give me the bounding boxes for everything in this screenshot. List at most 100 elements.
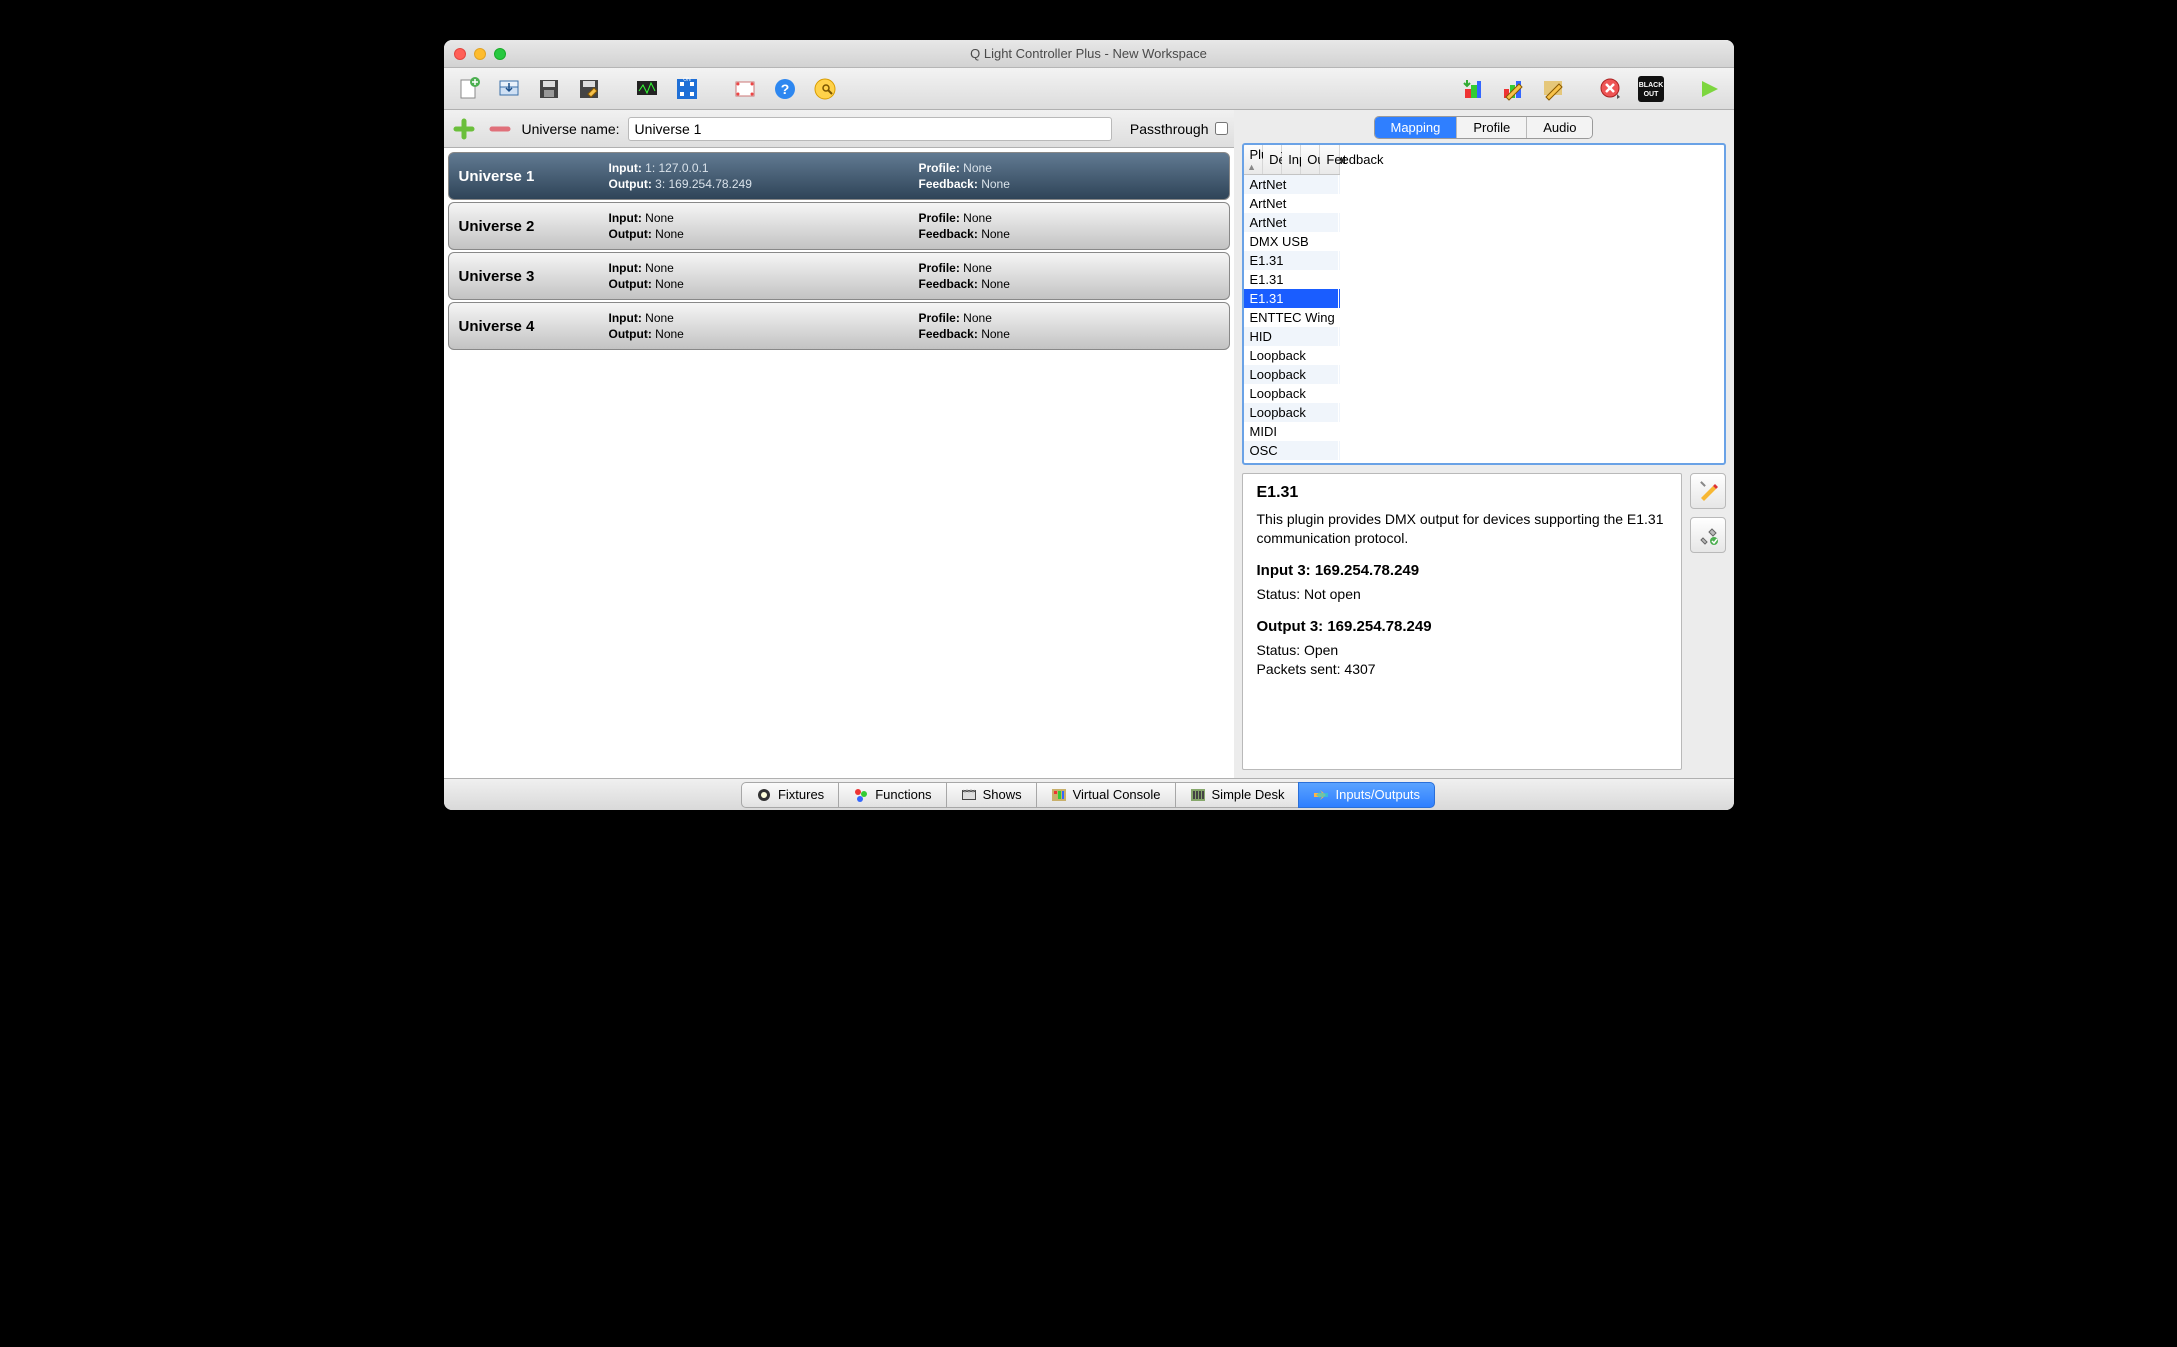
cell-plugin: MIDI (1244, 422, 1339, 441)
detail-output-heading: Output 3: 169.254.78.249 (1257, 618, 1667, 635)
plugin-row[interactable]: ArtNet1: 127.0.0.1 (1244, 175, 1340, 194)
detail-desc: This plugin provides DMX output for devi… (1257, 510, 1667, 548)
live-edit-vc-button[interactable] (1536, 74, 1570, 104)
cell-device: 3: Loopback 3 (1339, 384, 1340, 403)
universe-name-label: Universe name: (522, 121, 620, 137)
universe-row[interactable]: Universe 4Input: NoneOutput: NoneProfile… (448, 302, 1230, 350)
cell-device: 2: Loopback 2 (1339, 365, 1340, 384)
universe-name: Universe 1 (449, 153, 609, 199)
col-output[interactable]: Output (1301, 145, 1320, 175)
col-device[interactable]: Device (1263, 145, 1282, 175)
universe-output: Output: None (609, 327, 919, 341)
tab-functions[interactable]: Functions (838, 782, 946, 808)
cell-plugin: HID (1244, 327, 1339, 346)
universe-profile: Profile: None (919, 161, 1229, 175)
universe-profile: Profile: None (919, 211, 1229, 225)
cell-plugin: Loopback (1244, 346, 1339, 365)
operate-mode-button[interactable] (1692, 74, 1726, 104)
passthrough-label: Passthrough (1130, 121, 1209, 137)
stop-all-button[interactable] (1594, 74, 1628, 104)
detail-input-status: Status: Not open (1257, 585, 1667, 604)
plugin-row[interactable]: E1.313: 169.254.78.249 (1244, 289, 1340, 308)
plugin-row[interactable]: E1.312: 10.253.212.49 (1244, 270, 1340, 289)
cell-device: 1: 127.0.0.1 (1339, 441, 1340, 460)
tab-mapping[interactable]: Mapping (1375, 117, 1458, 138)
plugin-row[interactable]: Loopback3: Loopback 3 (1244, 384, 1340, 403)
detail-title: E1.31 (1257, 484, 1667, 502)
universe-name: Universe 2 (449, 203, 609, 249)
io-panel: Mapping Profile Audio Plugin▲ Device Inp… (1234, 110, 1734, 778)
reconnect-plugin-button[interactable] (1690, 517, 1726, 553)
universe-row[interactable]: Universe 1Input: 1: 127.0.0.1Output: 3: … (448, 152, 1230, 200)
universe-name: Universe 3 (449, 253, 609, 299)
col-plugin[interactable]: Plugin▲ (1244, 145, 1263, 175)
plugin-row[interactable]: DMX USBNone (1244, 232, 1340, 251)
tab-simple-desk[interactable]: Simple Desk (1175, 782, 1300, 808)
universe-output: Output: None (609, 277, 919, 291)
universe-output: Output: None (609, 227, 919, 241)
cell-device: 1: Loopback 1 (1339, 346, 1340, 365)
save-as-button[interactable] (572, 74, 606, 104)
svg-text:?: ? (780, 81, 789, 97)
open-file-button[interactable] (492, 74, 526, 104)
universe-row[interactable]: Universe 2Input: NoneOutput: NoneProfile… (448, 202, 1230, 250)
fullscreen-button[interactable] (728, 74, 762, 104)
passthrough-checkbox[interactable] (1215, 122, 1228, 135)
save-file-button[interactable] (532, 74, 566, 104)
cell-device: None (1339, 422, 1340, 441)
remove-universe-button[interactable] (486, 117, 514, 141)
cell-plugin: ArtNet (1244, 175, 1339, 194)
live-edit-button[interactable] (1496, 74, 1530, 104)
svg-text:OUT: OUT (1643, 91, 1659, 98)
plugin-row[interactable]: Loopback4: Loopback 4 (1244, 403, 1340, 422)
tab-profile[interactable]: Profile (1457, 117, 1527, 138)
universe-row[interactable]: Universe 3Input: None Output: NoneProfile… (448, 252, 1230, 300)
universe-list[interactable]: Universe 1Input: 1: 127.0.0.1Output: 3: … (444, 148, 1234, 778)
col-feedback[interactable]: Feedback (1320, 145, 1339, 175)
universe-profile: Profile: None (919, 261, 1229, 275)
universe-toolbar: Universe name: Passthrough (444, 110, 1234, 148)
about-button[interactable] (808, 74, 842, 104)
blackout-button[interactable]: BLACK OUT (1634, 74, 1668, 104)
address-tool-button[interactable]: ON (670, 74, 704, 104)
new-file-button[interactable] (452, 74, 486, 104)
configure-plugin-button[interactable] (1690, 473, 1726, 509)
plugin-table[interactable]: Plugin▲ Device Input Output Feedback Art… (1242, 143, 1726, 465)
plugin-row[interactable]: ENTTEC WingNone (1244, 308, 1340, 327)
plugin-row[interactable]: OSC1: 127.0.0.1 (1244, 441, 1340, 460)
plugin-row[interactable]: MIDINone (1244, 422, 1340, 441)
plugin-row[interactable]: Loopback2: Loopback 2 (1244, 365, 1340, 384)
tab-virtual-console[interactable]: Virtual Console (1036, 782, 1176, 808)
tab-shows[interactable]: Shows (946, 782, 1037, 808)
io-tabs: Mapping Profile Audio (1234, 110, 1734, 143)
universe-name-input[interactable] (628, 117, 1112, 141)
cell-device: 4: Loopback 4 (1339, 403, 1340, 422)
tab-inputs-outputs[interactable]: Inputs/Outputs (1298, 782, 1435, 808)
cell-device: None (1339, 232, 1340, 251)
cell-plugin: E1.31 (1244, 289, 1339, 308)
universe-input: Input: None (609, 261, 919, 275)
cell-plugin: E1.31 (1244, 270, 1339, 289)
help-button[interactable]: ? (768, 74, 802, 104)
col-input[interactable]: Input (1282, 145, 1301, 175)
monitor-button[interactable] (630, 74, 664, 104)
universe-input: Input: 1: 127.0.0.1 (609, 161, 919, 175)
plugin-row[interactable]: Loopback1: Loopback 1 (1244, 346, 1340, 365)
cell-plugin: Loopback (1244, 365, 1339, 384)
add-universe-button[interactable] (450, 117, 478, 141)
svg-text:BLACK: BLACK (1638, 82, 1663, 89)
window-title: Q Light Controller Plus - New Workspace (444, 46, 1734, 61)
plugin-row[interactable]: ArtNet3: 169.254.78.249 (1244, 213, 1340, 232)
plugin-row[interactable]: ArtNet2: 10.253.212.49 (1244, 194, 1340, 213)
tab-audio[interactable]: Audio (1527, 117, 1592, 138)
bottom-tabs: Fixtures Functions Shows Virtual Console… (444, 778, 1734, 810)
plugin-row[interactable]: E1.311: 127.0.0.1 (1244, 251, 1340, 270)
cell-plugin: ArtNet (1244, 213, 1339, 232)
main-toolbar: ON ? BLACK OUT (444, 68, 1734, 110)
plugin-row[interactable]: HIDNone (1244, 327, 1340, 346)
passthrough-toggle[interactable]: Passthrough (1130, 121, 1228, 137)
tab-fixtures[interactable]: Fixtures (741, 782, 839, 808)
detail-packets: Packets sent: 4307 (1257, 660, 1667, 679)
detail-input-heading: Input 3: 169.254.78.249 (1257, 562, 1667, 579)
dump-dmx-button[interactable] (1456, 74, 1490, 104)
